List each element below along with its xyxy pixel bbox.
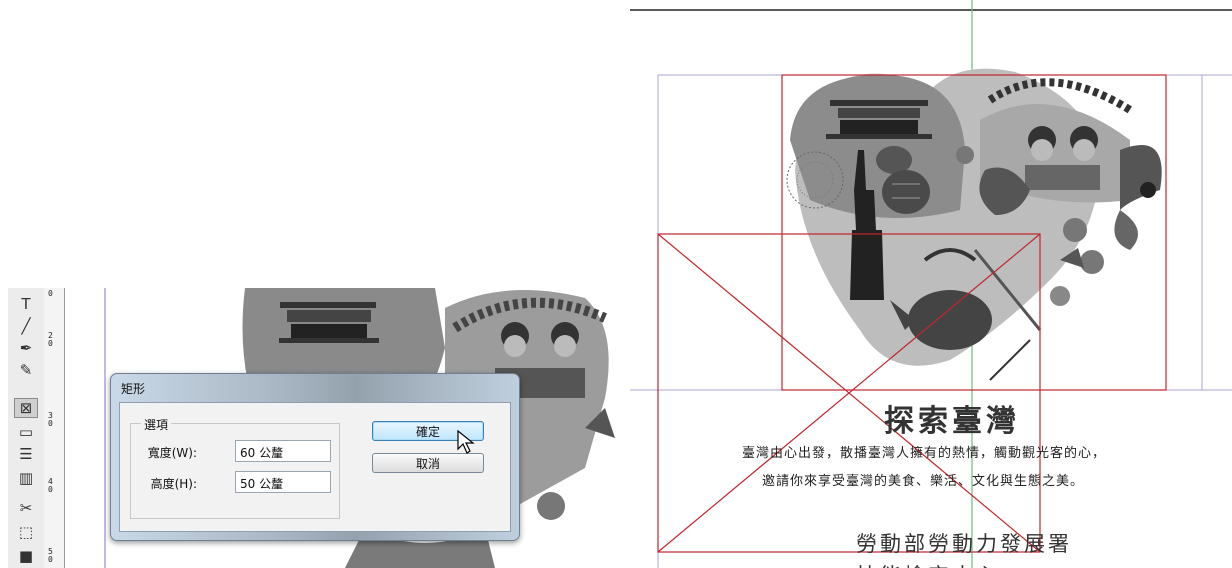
ruler-mark: 3 0 <box>48 411 53 428</box>
tools-panel: T ╱ ✒ ✎ ⊠ ▭ ☰ ▥ ✂ ⬚ ■ <box>8 288 45 568</box>
rectangle-dialog: 矩形 選項 寬度(W): 60 公釐 高度(H): 50 公釐 確定 取消 <box>110 373 520 541</box>
poster-title: 探索臺灣 <box>884 404 1020 439</box>
poster-subtitle: 技能檢定中心 <box>856 560 1000 568</box>
line-tool-icon[interactable]: ╱ <box>14 316 38 336</box>
right-screenshot-panel: 探索臺灣 臺灣由心出發，散播臺灣人擁有的熱情，觸動觀光客的心， 邀請你來享受臺灣… <box>630 0 1232 568</box>
left-screenshot-panel: T ╱ ✒ ✎ ⊠ ▭ ☰ ▥ ✂ ⬚ ■ 0 2 0 3 0 4 0 5 0 <box>0 0 618 568</box>
options-group: 選項 寬度(W): 60 公釐 高度(H): 50 公釐 <box>130 416 340 519</box>
ruler-mark: 0 <box>48 289 53 298</box>
options-group-label: 選項 <box>141 416 172 433</box>
type-tool-icon[interactable]: T <box>14 294 38 314</box>
rectangle-frame-tool-icon[interactable]: ⊠ <box>14 398 38 418</box>
height-input[interactable]: 50 公釐 <box>235 471 331 493</box>
dialog-body: 選項 寬度(W): 60 公釐 高度(H): 50 公釐 確定 取消 <box>119 402 511 532</box>
free-transform-tool-icon[interactable]: ⬚ <box>14 522 38 542</box>
cancel-button[interactable]: 取消 <box>372 453 484 473</box>
rectangle-tool-icon[interactable]: ▭ <box>14 422 38 442</box>
vertical-ruler[interactable]: 0 2 0 3 0 4 0 5 0 <box>44 288 65 568</box>
gradient-tool-icon[interactable]: ■ <box>14 546 38 566</box>
pencil-tool-icon[interactable]: ✎ <box>14 360 38 380</box>
scissors-tool-icon[interactable]: ✂ <box>14 498 38 518</box>
dialog-title: 矩形 <box>121 382 146 396</box>
width-label: 寬度(W): <box>147 446 197 460</box>
mouse-cursor-icon <box>457 429 475 454</box>
ruler-mark: 2 0 <box>48 331 53 348</box>
horizontal-grid-tool-icon[interactable]: ☰ <box>14 444 38 464</box>
poster-text-line-1: 臺灣由心出發，散播臺灣人擁有的熱情，觸動觀光客的心， <box>742 446 1107 461</box>
pen-tool-icon[interactable]: ✒ <box>14 338 38 358</box>
vertical-grid-tool-icon[interactable]: ▥ <box>14 468 38 488</box>
width-input[interactable]: 60 公釐 <box>235 440 331 462</box>
poster-organization: 勞動部勞動力發展署 <box>856 532 1072 556</box>
poster-text-line-2: 邀請你來享受臺灣的美食、樂活、文化與生態之美。 <box>762 474 1085 489</box>
height-label: 高度(H): <box>150 477 197 491</box>
ruler-mark: 4 0 <box>48 477 53 494</box>
ruler-mark: 5 0 <box>48 547 53 564</box>
